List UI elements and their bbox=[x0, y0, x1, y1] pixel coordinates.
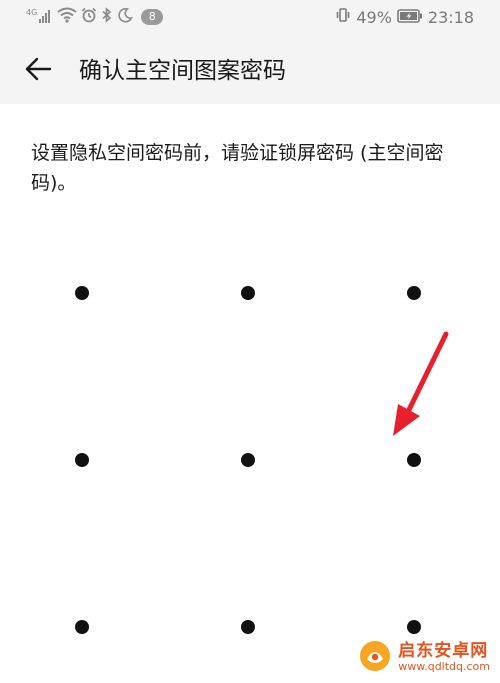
pattern-dot-2[interactable] bbox=[241, 286, 255, 300]
bluetooth-icon bbox=[101, 7, 113, 27]
watermark-name: 启东安卓网 bbox=[398, 641, 489, 662]
status-bar-right: 49% 23:18 bbox=[335, 6, 474, 28]
vibrate-icon bbox=[335, 7, 351, 27]
pattern-dot-7[interactable] bbox=[75, 620, 89, 634]
pattern-dot-3[interactable] bbox=[407, 286, 421, 300]
battery-icon bbox=[397, 8, 423, 27]
watermark-logo-icon bbox=[358, 639, 392, 677]
pattern-dot-1[interactable] bbox=[75, 286, 89, 300]
arrow-left-icon bbox=[24, 57, 52, 85]
clock-time: 23:18 bbox=[427, 7, 474, 27]
verify-instructions: 设置隐私空间密码前，请验证锁屏密码 (主空间密码)。 bbox=[31, 142, 444, 194]
alarm-icon bbox=[81, 7, 97, 27]
wifi-icon bbox=[57, 7, 77, 27]
status-bar: 4G 8 49% 23:18 bbox=[0, 0, 500, 34]
pattern-dot-4[interactable] bbox=[75, 453, 89, 467]
watermark-url: www.qdltdq.com bbox=[398, 660, 490, 674]
watermark: 启东安卓网 www.qdltdq.com bbox=[358, 639, 490, 677]
back-button[interactable] bbox=[18, 54, 58, 88]
pattern-dot-6[interactable] bbox=[407, 453, 421, 467]
pattern-dot-9[interactable] bbox=[407, 620, 421, 634]
annotation-arrow-icon bbox=[380, 330, 450, 444]
pattern-dot-8[interactable] bbox=[241, 620, 255, 634]
page-title: 确认主空间图案密码 bbox=[79, 58, 286, 84]
status-bar-left: 4G 8 bbox=[26, 6, 164, 28]
signal-icon bbox=[39, 8, 53, 27]
battery-percent: 49% bbox=[356, 7, 392, 27]
network-type-label: 4G bbox=[26, 7, 38, 17]
pattern-dot-5[interactable] bbox=[241, 453, 255, 467]
moon-icon bbox=[117, 7, 134, 27]
watermark-text: 启东安卓网 www.qdltdq.com bbox=[398, 641, 490, 674]
notification-count-badge: 8 bbox=[141, 9, 164, 25]
app-header: 确认主空间图案密码 bbox=[0, 34, 500, 104]
